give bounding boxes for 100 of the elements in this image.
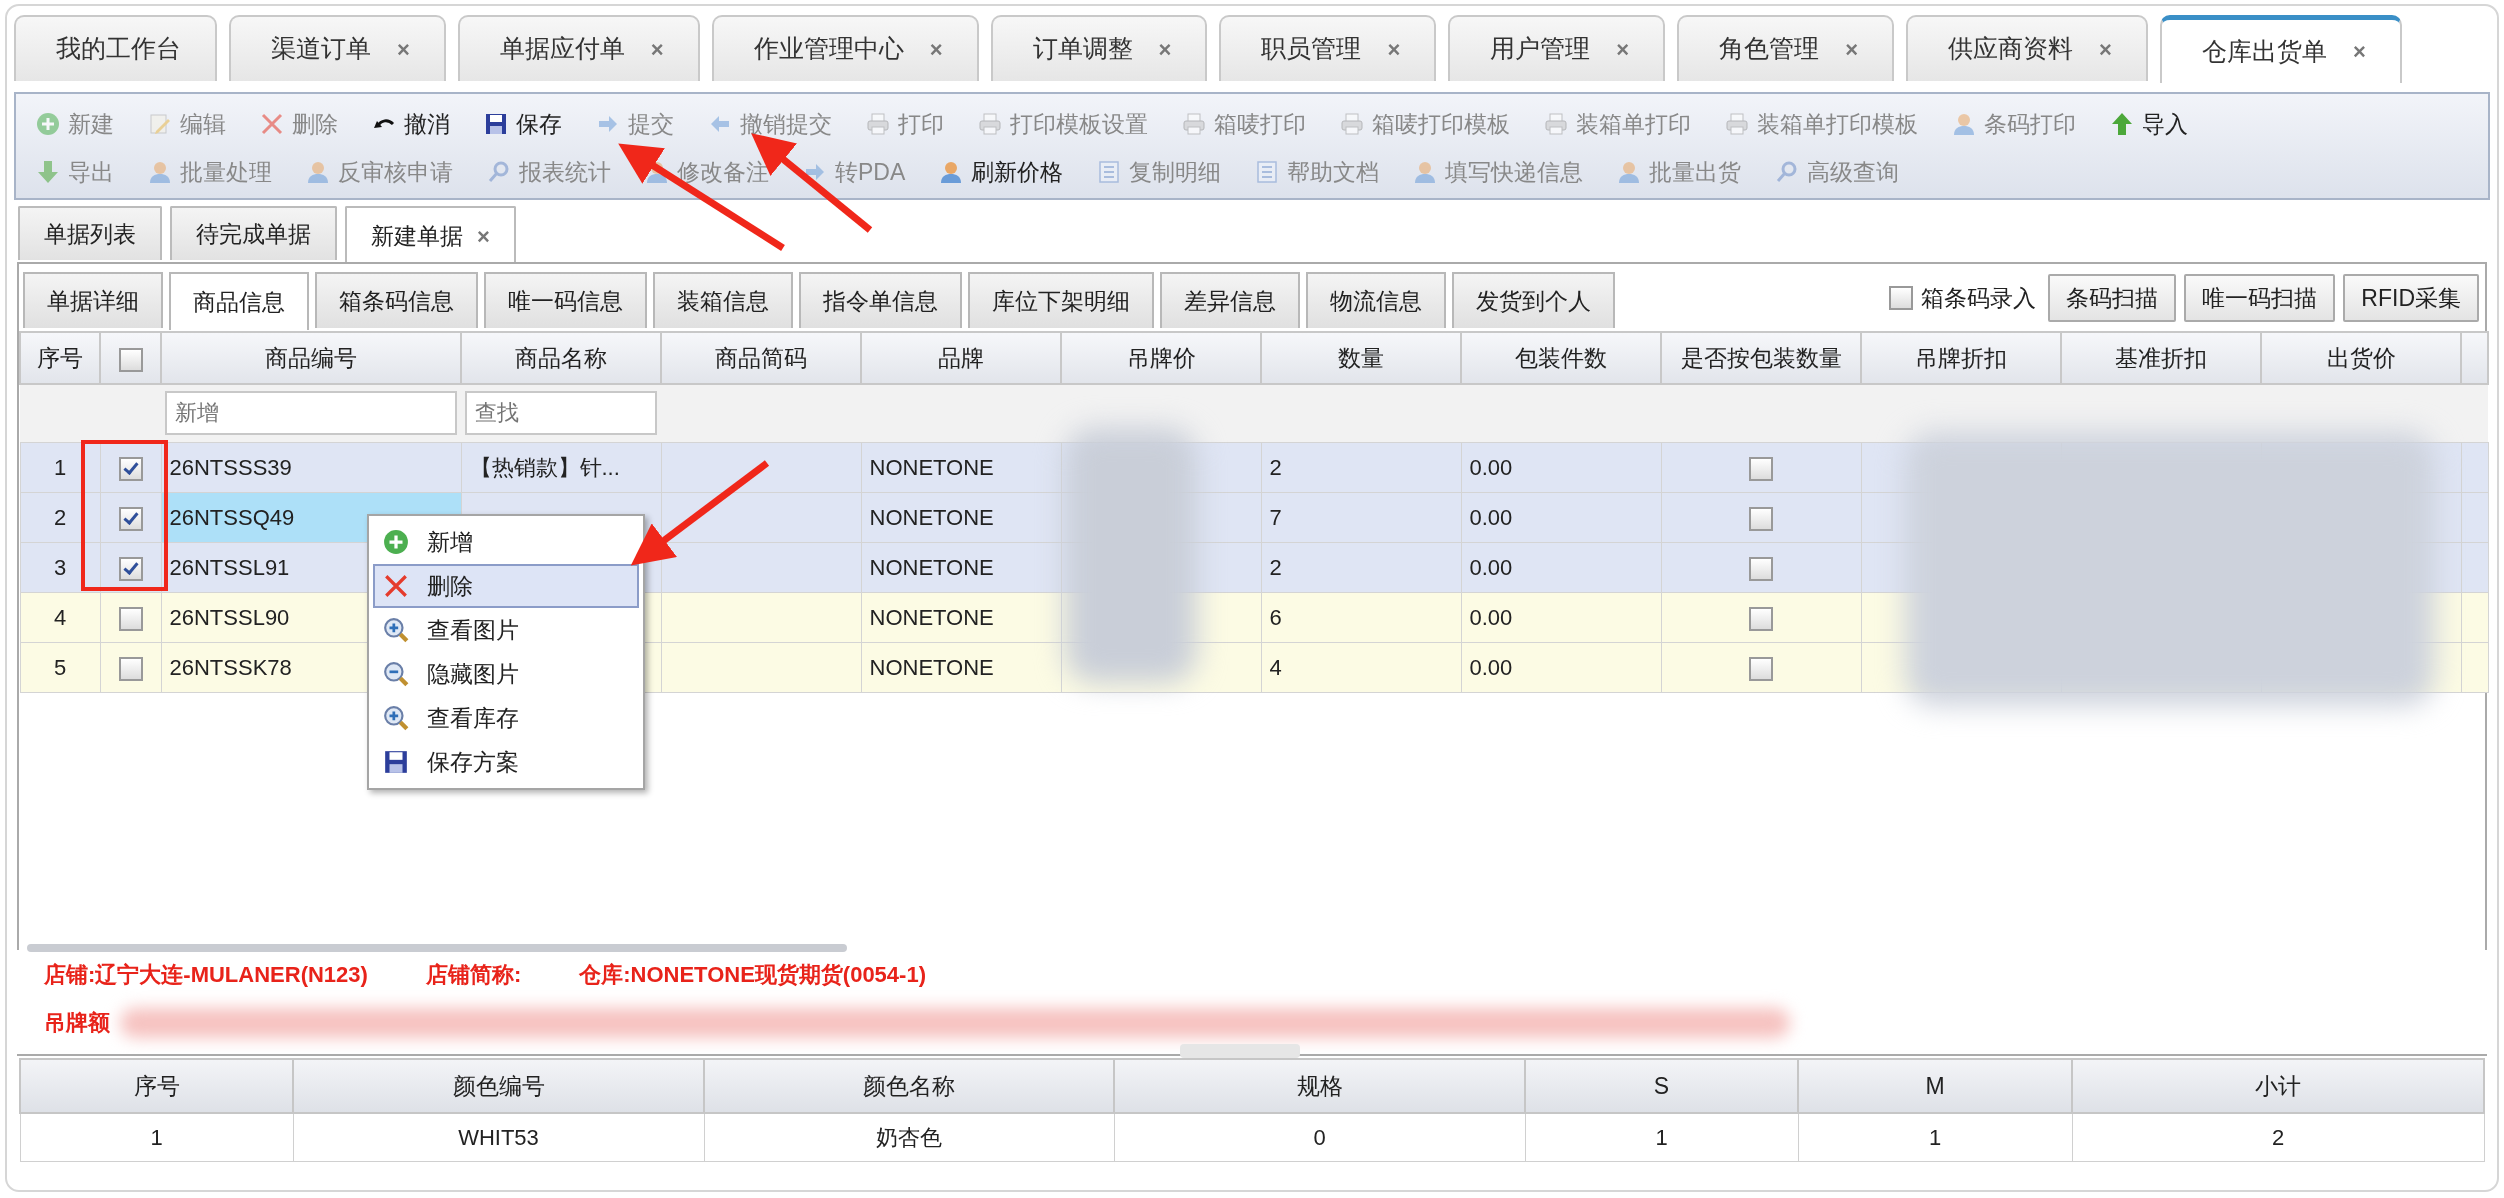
table-cell: NONETONE: [869, 504, 994, 530]
checkbox[interactable]: [1749, 556, 1773, 581]
printer-icon: [1182, 112, 1206, 136]
tab[interactable]: 我的工作台: [14, 15, 217, 81]
tab-label: 我的工作台: [56, 33, 181, 65]
tab-label: 订单调整: [1032, 33, 1133, 65]
tab[interactable]: 职员管理 ×: [1219, 15, 1437, 81]
close-icon[interactable]: ×: [477, 219, 490, 253]
toolbar-button[interactable]: 保存: [484, 106, 562, 142]
checkbox[interactable]: [1749, 656, 1773, 681]
column-header[interactable]: 商品简码: [661, 332, 861, 384]
checkbox[interactable]: [118, 556, 143, 581]
column-header[interactable]: 颜色名称: [704, 1059, 1114, 1113]
column-header[interactable]: 是否按包装数量: [1661, 332, 1861, 384]
tab[interactable]: 渠道订单 ×: [229, 15, 446, 81]
tab[interactable]: 角色管理 ×: [1677, 15, 1894, 81]
checkbox[interactable]: [118, 656, 143, 681]
tab[interactable]: 用户管理 ×: [1448, 15, 1666, 81]
tab[interactable]: 箱条码信息: [315, 272, 478, 328]
tab[interactable]: 装箱信息: [653, 272, 793, 328]
column-header[interactable]: 小计: [2072, 1059, 2484, 1113]
checkbox[interactable]: [1889, 286, 1914, 310]
scan-button[interactable]: 唯一码扫描: [2184, 274, 2336, 322]
tab[interactable]: 库位下架明细: [968, 272, 1154, 328]
scan-button[interactable]: 条码扫描: [2048, 274, 2177, 322]
menu-item[interactable]: 查看图片: [373, 608, 639, 652]
tab[interactable]: 单据列表: [18, 206, 162, 260]
store-label: 店铺:辽宁大连-MULANER(N123): [44, 961, 368, 989]
close-icon[interactable]: ×: [2099, 32, 2112, 66]
input-field[interactable]: 新增: [165, 391, 457, 436]
tab-label: 用户管理: [1490, 33, 1591, 65]
tab[interactable]: 商品信息: [169, 272, 309, 330]
menu-item[interactable]: 删除: [373, 564, 639, 608]
checkbox[interactable]: [1749, 456, 1773, 481]
table-cell: NONETONE: [869, 654, 994, 680]
person-icon: [645, 160, 669, 184]
scan-button[interactable]: RFID采集: [2343, 274, 2479, 322]
column-header[interactable]: 序号: [20, 332, 100, 384]
menu-item[interactable]: 新增: [373, 520, 639, 564]
tab[interactable]: 唯一码信息: [484, 272, 647, 328]
checkbox[interactable]: [1749, 606, 1773, 631]
close-icon[interactable]: ×: [929, 32, 943, 66]
column-header[interactable]: M: [1798, 1059, 2072, 1113]
toolbar-button[interactable]: 撤消: [372, 106, 450, 142]
menu-item[interactable]: 隐藏图片: [373, 652, 639, 696]
column-header[interactable]: S: [1525, 1059, 1798, 1113]
document-icon: [1097, 160, 1122, 184]
toolbar-button[interactable]: 刷新价格: [939, 154, 1064, 190]
tab[interactable]: 发货到个人: [1452, 272, 1615, 328]
column-header[interactable]: 商品名称: [461, 332, 661, 384]
column-header[interactable]: 吊牌价: [1061, 332, 1261, 384]
close-icon[interactable]: ×: [2352, 35, 2366, 68]
tab[interactable]: 供应商资料 ×: [1906, 15, 2148, 81]
table-cell: NONETONE: [869, 454, 994, 480]
printer-icon: [1340, 112, 1364, 136]
menu-item[interactable]: 查看库存: [373, 696, 639, 740]
tab[interactable]: 物流信息: [1306, 272, 1446, 328]
table-cell: 26NTSSS39: [169, 454, 292, 480]
checkbox[interactable]: [118, 606, 143, 631]
tab[interactable]: 单据详细: [23, 272, 163, 328]
column-header[interactable]: 规格: [1114, 1059, 1525, 1113]
tab[interactable]: 指令单信息: [799, 272, 962, 328]
tab[interactable]: 仓库出货单 ×: [2159, 15, 2402, 83]
search-field[interactable]: 查找: [465, 391, 657, 436]
checkbox[interactable]: [118, 506, 143, 531]
close-icon[interactable]: ×: [397, 32, 410, 66]
column-header[interactable]: 品牌: [861, 332, 1061, 384]
column-header[interactable]: 颜色编号: [293, 1059, 704, 1113]
checkbox[interactable]: [118, 456, 143, 481]
tab[interactable]: 新建单据 ×: [345, 206, 516, 264]
tab[interactable]: 差异信息: [1160, 272, 1300, 328]
close-icon[interactable]: ×: [1158, 32, 1172, 66]
zoom-in-icon: [383, 705, 409, 731]
pencil-icon: [148, 112, 172, 136]
tab[interactable]: 单据应付单 ×: [457, 15, 700, 81]
tab[interactable]: 待完成单据: [170, 206, 337, 260]
tab[interactable]: 作业管理中心 ×: [711, 15, 979, 81]
table-cell: 【热销款】针...: [469, 454, 620, 480]
person-icon: [939, 160, 964, 184]
column-header[interactable]: 序号: [20, 1059, 293, 1113]
toolbar-button[interactable]: 导入: [2110, 106, 2188, 142]
checkbox[interactable]: [1749, 506, 1773, 531]
close-icon[interactable]: ×: [1845, 32, 1858, 66]
column-header[interactable]: 出货价: [2261, 332, 2461, 384]
menu-item[interactable]: 保存方案: [373, 740, 639, 784]
close-icon[interactable]: ×: [1616, 32, 1630, 66]
column-header[interactable]: 商品编号: [161, 332, 461, 384]
column-header[interactable]: 数量: [1261, 332, 1461, 384]
horizontal-scrollbar[interactable]: [27, 944, 847, 952]
column-header[interactable]: [100, 332, 161, 384]
column-header[interactable]: 包装件数: [1461, 332, 1661, 384]
table-cell: 4: [1269, 654, 1282, 680]
table-cell: 1: [53, 454, 67, 480]
splitter-handle[interactable]: [1180, 1044, 1300, 1058]
close-icon[interactable]: ×: [1387, 32, 1401, 66]
column-header[interactable]: 基准折扣: [2061, 332, 2261, 384]
column-header[interactable]: 吊牌折扣: [1861, 332, 2061, 384]
tab[interactable]: 订单调整 ×: [990, 15, 1208, 81]
close-icon[interactable]: ×: [650, 32, 664, 66]
checkbox[interactable]: [118, 347, 143, 372]
